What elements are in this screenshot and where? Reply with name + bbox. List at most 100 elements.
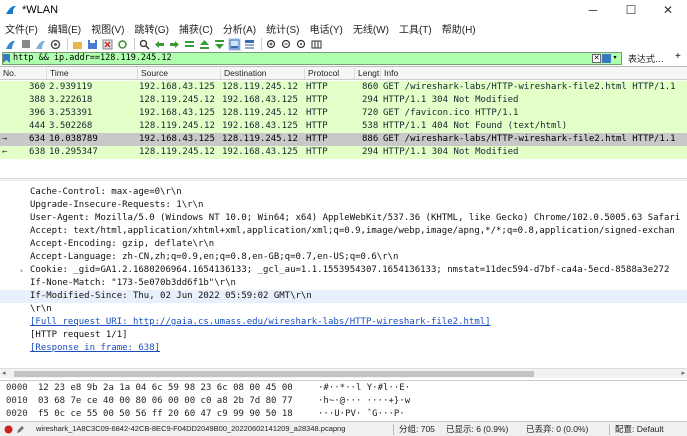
detail-line[interactable]: Accept: text/html,application/xhtml+xml,… bbox=[0, 225, 687, 238]
detail-line[interactable]: User-Agent: Mozilla/5.0 (Windows NT 10.0… bbox=[0, 212, 687, 225]
zoom-out-icon[interactable] bbox=[280, 38, 293, 51]
detail-line[interactable]: \r\n bbox=[0, 303, 687, 316]
menu-wireless[interactable]: 无线(W) bbox=[348, 21, 394, 36]
column-header-length[interactable]: Lengt bbox=[354, 68, 379, 79]
packet-info: GET /wireshark-labs/HTTP-wireshark-file2… bbox=[383, 82, 676, 92]
open-file-icon[interactable] bbox=[71, 38, 84, 51]
filter-bookmark-icon[interactable] bbox=[3, 54, 10, 63]
detail-line-selected[interactable]: If-Modified-Since: Thu, 02 Jun 2022 05:5… bbox=[0, 290, 687, 303]
detail-line[interactable]: [HTTP request 1/1] bbox=[0, 329, 687, 342]
detail-horizontal-scrollbar[interactable]: ◂ ▸ bbox=[0, 368, 687, 378]
menu-file[interactable]: 文件(F) bbox=[0, 21, 43, 36]
last-packet-icon[interactable] bbox=[213, 38, 226, 51]
packet-no: 360 bbox=[29, 82, 46, 92]
menu-analyze[interactable]: 分析(A) bbox=[218, 21, 261, 36]
detail-line-cookie[interactable]: › Cookie: _gid=GA1.2.1680206964.16541361… bbox=[0, 264, 687, 277]
capture-file-name: wireshark_1A8C3C09-6842-42CB-8EC9-F04DD2… bbox=[36, 424, 346, 433]
menu-tools[interactable]: 工具(T) bbox=[394, 21, 437, 36]
packet-no: 638 bbox=[29, 147, 46, 157]
packet-destination: 128.119.245.12 bbox=[222, 108, 298, 118]
packet-length: 886 bbox=[362, 134, 379, 144]
first-packet-icon[interactable] bbox=[198, 38, 211, 51]
packet-source: 128.119.245.12 bbox=[139, 95, 215, 105]
toolbar-separator bbox=[261, 38, 262, 50]
go-forward-icon[interactable] bbox=[168, 38, 181, 51]
packet-protocol: HTTP bbox=[306, 134, 328, 144]
clear-filter-icon[interactable]: ✕ bbox=[592, 54, 601, 63]
packet-length: 294 bbox=[362, 147, 379, 157]
scroll-left-icon[interactable]: ◂ bbox=[2, 369, 6, 377]
packet-destination: 192.168.43.125 bbox=[222, 95, 298, 105]
reload-file-icon[interactable] bbox=[116, 38, 129, 51]
filter-history-dropdown-icon[interactable]: ▾ bbox=[611, 54, 619, 63]
hex-row[interactable]: 0000 12 23 e8 9b 2a 1a 04 6c 59 98 23 6c… bbox=[0, 382, 687, 395]
start-capture-icon[interactable] bbox=[4, 38, 17, 51]
column-header-protocol[interactable]: Protocol bbox=[304, 68, 339, 79]
packet-time: 2.939119 bbox=[49, 82, 93, 92]
packet-time: 10.038789 bbox=[49, 134, 98, 144]
zoom-reset-icon[interactable] bbox=[295, 38, 308, 51]
hex-bytes: 03 68 7e ce 40 00 80 06 00 00 c0 a8 2b 7… bbox=[38, 396, 293, 406]
packet-row-selected[interactable]: → 634 10.038789 192.168.43.125 128.119.2… bbox=[0, 133, 687, 146]
column-header-info[interactable]: Info bbox=[380, 68, 398, 79]
packet-row[interactable]: 444 3.502268 128.119.245.12 192.168.43.1… bbox=[0, 120, 687, 133]
menu-edit[interactable]: 编辑(E) bbox=[43, 21, 86, 36]
minimize-button[interactable]: ─ bbox=[574, 0, 612, 20]
hex-row[interactable]: 0010 03 68 7e ce 40 00 80 06 00 00 c0 a8… bbox=[0, 395, 687, 408]
menu-view[interactable]: 视图(V) bbox=[86, 21, 129, 36]
packet-row[interactable]: 388 3.222618 128.119.245.12 192.168.43.1… bbox=[0, 94, 687, 107]
detail-line[interactable]: Cache-Control: max-age=0\r\n bbox=[0, 186, 687, 199]
close-file-icon[interactable] bbox=[101, 38, 114, 51]
restart-capture-icon[interactable] bbox=[34, 38, 47, 51]
profile-selector[interactable]: 配置: Default bbox=[615, 422, 664, 436]
expression-button[interactable]: 表达式… bbox=[628, 52, 664, 65]
display-filter-input[interactable]: http && ip.addr==128.119.245.12 bbox=[2, 52, 622, 65]
apply-filter-icon[interactable] bbox=[602, 54, 611, 63]
full-request-uri-link[interactable]: [Full request URI: http://gaia.cs.umass.… bbox=[0, 316, 687, 329]
column-header-no[interactable]: No. bbox=[0, 68, 16, 79]
menu-go[interactable]: 跳转(G) bbox=[129, 21, 173, 36]
response-frame-link[interactable]: [Response in frame: 638] bbox=[0, 342, 687, 355]
ready-status-icon[interactable] bbox=[4, 422, 13, 436]
detail-line[interactable]: Accept-Encoding: gzip, deflate\r\n bbox=[0, 238, 687, 251]
close-button[interactable]: ✕ bbox=[649, 0, 687, 20]
save-file-icon[interactable] bbox=[86, 38, 99, 51]
stop-capture-icon[interactable] bbox=[19, 38, 32, 51]
menu-help[interactable]: 帮助(H) bbox=[437, 21, 481, 36]
column-header-destination[interactable]: Destination bbox=[220, 68, 267, 79]
detail-line[interactable]: Accept-Language: zh-CN,zh;q=0.9,en;q=0.8… bbox=[0, 251, 687, 264]
edit-comment-icon[interactable] bbox=[16, 422, 25, 436]
pane-splitter[interactable] bbox=[0, 178, 687, 181]
packet-row[interactable]: 360 2.939119 192.168.43.125 128.119.245.… bbox=[0, 81, 687, 94]
scroll-right-icon[interactable]: ▸ bbox=[681, 369, 685, 377]
packet-destination: 192.168.43.125 bbox=[222, 121, 298, 131]
packet-source: 192.168.43.125 bbox=[139, 108, 215, 118]
column-header-source[interactable]: Source bbox=[137, 68, 168, 79]
add-filter-button[interactable]: + bbox=[675, 51, 681, 62]
colorize-icon[interactable] bbox=[243, 38, 256, 51]
packet-details: Cache-Control: max-age=0\r\n Upgrade-Ins… bbox=[0, 183, 687, 368]
menu-statistics[interactable]: 统计(S) bbox=[261, 21, 304, 36]
menu-capture[interactable]: 捕获(C) bbox=[174, 21, 218, 36]
detail-line[interactable]: Upgrade-Insecure-Requests: 1\r\n bbox=[0, 199, 687, 212]
expand-icon[interactable]: › bbox=[19, 264, 24, 277]
detail-line[interactable]: If-None-Match: "173-5e070b3dd6f1b"\r\n bbox=[0, 277, 687, 290]
zoom-in-icon[interactable] bbox=[265, 38, 278, 51]
resize-columns-icon[interactable] bbox=[310, 38, 323, 51]
capture-options-icon[interactable] bbox=[49, 38, 62, 51]
column-header-time[interactable]: Time bbox=[46, 68, 69, 79]
autoscroll-icon[interactable] bbox=[228, 37, 241, 51]
hex-row[interactable]: 0020 f5 0c ce 55 00 50 56 ff 20 60 47 c9… bbox=[0, 408, 687, 421]
go-to-packet-icon[interactable] bbox=[183, 38, 196, 51]
maximize-button[interactable]: ☐ bbox=[612, 0, 650, 20]
menu-telephony[interactable]: 电话(Y) bbox=[305, 21, 348, 36]
find-packet-icon[interactable] bbox=[138, 38, 151, 51]
packet-source: 192.168.43.125 bbox=[139, 134, 215, 144]
packet-row[interactable]: 396 3.253391 192.168.43.125 128.119.245.… bbox=[0, 107, 687, 120]
packet-length: 538 bbox=[362, 121, 379, 131]
packet-no: 634 bbox=[29, 134, 46, 144]
packet-row[interactable]: ← 638 10.295347 128.119.245.12 192.168.4… bbox=[0, 146, 687, 159]
hex-offset: 0000 bbox=[6, 383, 28, 393]
scrollbar-thumb[interactable] bbox=[14, 371, 534, 377]
go-back-icon[interactable] bbox=[153, 38, 166, 51]
